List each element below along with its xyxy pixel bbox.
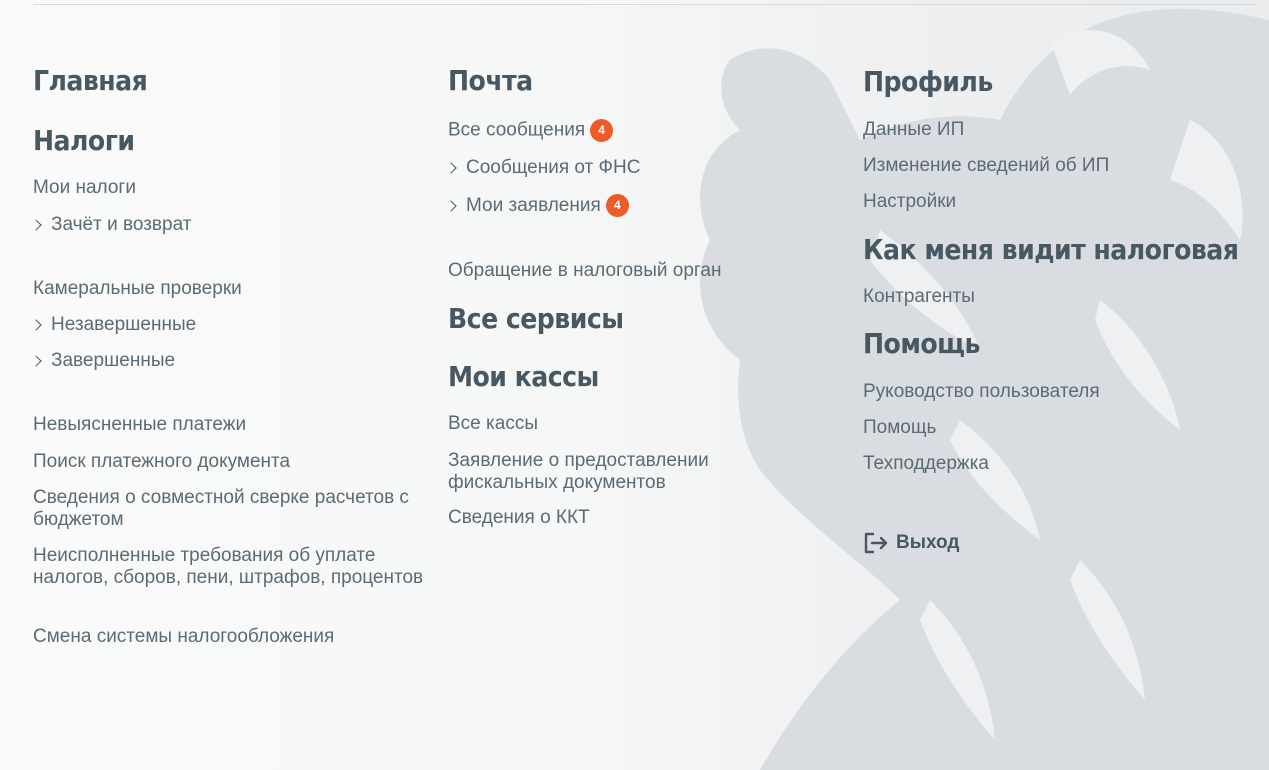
home-link[interactable]: Главная xyxy=(33,64,148,97)
offset-refund-link[interactable]: Зачёт и возврат xyxy=(30,214,192,236)
desk-audits-link[interactable]: Камеральные проверки xyxy=(33,278,242,300)
chevron-right-icon xyxy=(445,199,457,212)
chevron-right-icon xyxy=(30,219,42,231)
help-heading[interactable]: Помощь xyxy=(863,327,980,360)
ip-data-link[interactable]: Данные ИП xyxy=(863,119,964,141)
chevron-right-icon xyxy=(445,162,457,174)
payment-search-link[interactable]: Поиск платежного документа xyxy=(33,451,290,473)
finished-audits-link[interactable]: Завершенные xyxy=(30,350,176,372)
my-applications-label: Мои заявления xyxy=(466,194,601,216)
counterparties-link[interactable]: Контрагенты xyxy=(863,286,975,308)
fns-messages-label: Сообщения от ФНС xyxy=(466,157,641,178)
my-registers-heading[interactable]: Мои кассы xyxy=(448,360,599,393)
tax-view-heading[interactable]: Как меня видит налоговая xyxy=(863,233,1239,266)
logout-button[interactable]: Выход xyxy=(863,531,959,555)
offset-refund-label: Зачёт и возврат xyxy=(51,214,192,235)
taxes-heading[interactable]: Налоги xyxy=(33,124,135,157)
chevron-right-icon xyxy=(30,319,42,331)
all-messages-label: Все сообщения xyxy=(448,119,586,141)
applications-count-badge: 4 xyxy=(605,194,629,217)
help-link[interactable]: Помощь xyxy=(863,417,936,439)
finished-label: Завершенные xyxy=(51,350,176,371)
profile-heading[interactable]: Профиль xyxy=(863,65,993,98)
all-registers-link[interactable]: Все кассы xyxy=(448,413,538,435)
appeal-link[interactable]: Обращение в налоговый орган xyxy=(448,260,721,282)
unfinished-audits-link[interactable]: Незавершенные xyxy=(30,314,197,336)
user-guide-link[interactable]: Руководство пользователя xyxy=(863,381,1100,403)
fns-messages-link[interactable]: Сообщения от ФНС xyxy=(445,157,641,179)
chevron-right-icon xyxy=(30,355,42,367)
unfinished-label: Незавершенные xyxy=(51,314,197,335)
kkt-info-link[interactable]: Сведения о ККТ xyxy=(448,507,590,529)
settings-link[interactable]: Настройки xyxy=(863,191,956,213)
top-divider xyxy=(33,4,1256,5)
mail-heading[interactable]: Почта xyxy=(448,64,533,97)
ip-changes-link[interactable]: Изменение сведений об ИП xyxy=(863,155,1109,177)
support-link[interactable]: Техподдержка xyxy=(863,453,989,475)
reconciliation-link[interactable]: Сведения о совместной сверке расчетов с … xyxy=(33,487,428,531)
all-services-heading[interactable]: Все сервисы xyxy=(448,302,624,335)
unfulfilled-requirements-link[interactable]: Неисполненные требования об уплате налог… xyxy=(33,545,428,589)
unclear-payments-link[interactable]: Невыясненные платежи xyxy=(33,414,246,436)
unread-count-badge: 4 xyxy=(590,119,614,142)
my-applications-link[interactable]: Мои заявления 4 xyxy=(445,194,629,217)
logout-label: Выход xyxy=(896,532,960,553)
fiscal-documents-link[interactable]: Заявление о предоставлении фискальных до… xyxy=(448,450,748,494)
tax-system-change-link[interactable]: Смена системы налогообложения xyxy=(33,626,334,648)
logout-icon xyxy=(864,532,888,554)
my-taxes-link[interactable]: Мои налоги xyxy=(33,177,136,199)
all-messages-link[interactable]: Все сообщения 4 xyxy=(448,119,614,142)
